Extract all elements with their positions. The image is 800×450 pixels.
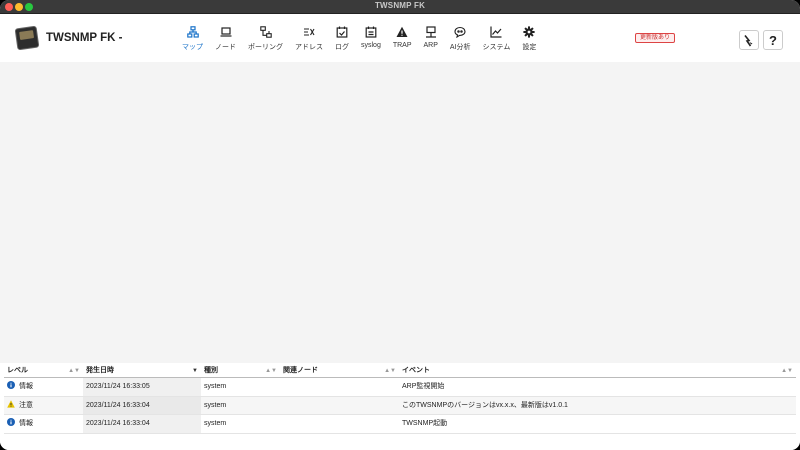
event-cell: ARP監視開始	[402, 383, 445, 390]
warning-icon	[7, 399, 15, 408]
info-icon	[7, 418, 15, 427]
chart-line-icon	[490, 26, 502, 38]
warning-triangle-icon	[396, 26, 408, 37]
col-header-time[interactable]: 発生日時 ▼	[83, 364, 201, 377]
nav-node[interactable]: ノード	[209, 24, 242, 58]
level-cell: 情報	[4, 378, 83, 396]
sort-icon: ▲▼	[384, 368, 396, 374]
nav-polling[interactable]: ポーリング	[242, 24, 289, 58]
sort-icon: ▲▼	[68, 368, 80, 374]
nav-log[interactable]: ログ	[329, 24, 355, 58]
app-title: TWSNMP FK -	[46, 32, 123, 44]
main-nav: マップ ノード ポーリング アドレス ログ syslog TRAP ARP AI…	[176, 24, 542, 58]
sort-icon: ▲▼	[265, 368, 277, 374]
time-cell: 2023/11/24 16:33:04	[83, 415, 201, 433]
col-header-type[interactable]: 種別 ▲▼	[201, 364, 280, 377]
address-icon	[304, 28, 315, 36]
node-cell	[280, 397, 399, 415]
info-icon	[7, 381, 15, 390]
gear-icon	[523, 26, 535, 38]
nav-map-label: マップ	[182, 44, 203, 51]
network-icon	[425, 26, 436, 38]
col-header-level[interactable]: レベル ▲▼	[4, 364, 83, 377]
node-cell	[280, 378, 399, 396]
nav-trap-label: TRAP	[392, 42, 412, 49]
bottom-spacer	[0, 438, 800, 450]
nav-syslog-label: syslog	[361, 42, 381, 49]
nav-log-label: ログ	[335, 44, 349, 51]
col-header-node[interactable]: 関連ノード ▲▼	[280, 364, 399, 377]
brain-icon	[454, 26, 466, 38]
app-header: TWSNMP FK - マップ ノード ポーリング アドレス ログ syslog…	[0, 14, 800, 62]
feedback-button[interactable]	[739, 30, 759, 50]
nav-arp[interactable]: ARP	[418, 24, 444, 58]
table-row[interactable]: 情報 2023/11/24 16:33:05 system ARP監視開始	[4, 378, 796, 397]
nav-ai-label: AI分析	[449, 44, 471, 51]
nav-arp-label: ARP	[423, 42, 438, 49]
nav-settings-label: 設定	[522, 44, 537, 51]
type-cell: system	[204, 401, 227, 409]
table-row[interactable]: 情報 2023/11/24 16:33:04 system TWSNMP起動	[4, 415, 796, 434]
table-header: レベル ▲▼ 発生日時 ▼ 種別 ▲▼ 関連ノード ▲▼ イベント ▲▼	[4, 364, 796, 378]
nav-syslog[interactable]: syslog	[355, 24, 387, 58]
sort-desc-icon: ▼	[192, 368, 198, 374]
sort-icon: ▲▼	[781, 368, 793, 374]
nav-system[interactable]: システム	[477, 24, 517, 58]
polling-icon	[259, 26, 272, 38]
nav-node-label: ノード	[215, 44, 236, 51]
window-title: TWSNMP FK	[374, 1, 426, 10]
network-map-canvas[interactable]	[0, 62, 800, 363]
time-cell: 2023/11/24 16:33:04	[83, 396, 201, 414]
level-cell: 注意	[4, 397, 83, 415]
calendar-list-icon	[365, 26, 377, 38]
laptop-icon	[220, 27, 231, 37]
nav-system-label: システム	[482, 44, 511, 51]
map-icon	[186, 26, 199, 38]
event-log-table: レベル ▲▼ 発生日時 ▼ 種別 ▲▼ 関連ノード ▲▼ イベント ▲▼ 情報 2023/…	[4, 364, 796, 434]
node-cell	[280, 415, 399, 433]
update-available-badge[interactable]: 更新版あり	[635, 33, 676, 43]
nav-map[interactable]: マップ	[176, 24, 209, 58]
nav-polling-label: ポーリング	[248, 44, 283, 51]
event-cell: このTWSNMPのバージョンはvx.x.x、最新版はv1.0.1	[402, 401, 568, 409]
time-cell: 2023/11/24 16:33:05	[83, 378, 201, 396]
nav-settings[interactable]: 設定	[516, 24, 542, 58]
table-row[interactable]: 注意 2023/11/24 16:33:04 system このTWSNMPのバ…	[4, 396, 796, 415]
event-cell: TWSNMP起動	[402, 420, 448, 427]
type-cell: system	[204, 383, 227, 390]
feedback-icon	[744, 34, 753, 46]
nav-trap[interactable]: TRAP	[387, 24, 418, 58]
col-header-event[interactable]: イベント ▲▼	[399, 364, 796, 377]
calendar-check-icon	[336, 26, 348, 38]
level-cell: 情報	[4, 415, 83, 433]
app-window: TWSNMP FK TWSNMP FK - マップ ノード ポーリング アドレス	[0, 0, 800, 450]
nav-ai[interactable]: AI分析	[444, 24, 477, 58]
app-logo	[14, 25, 40, 51]
nav-address[interactable]: アドレス	[289, 24, 329, 58]
title-bar: TWSNMP FK	[0, 0, 800, 14]
type-cell: system	[204, 420, 227, 427]
nav-address-label: アドレス	[295, 44, 323, 51]
help-button[interactable]: ?	[763, 30, 783, 50]
